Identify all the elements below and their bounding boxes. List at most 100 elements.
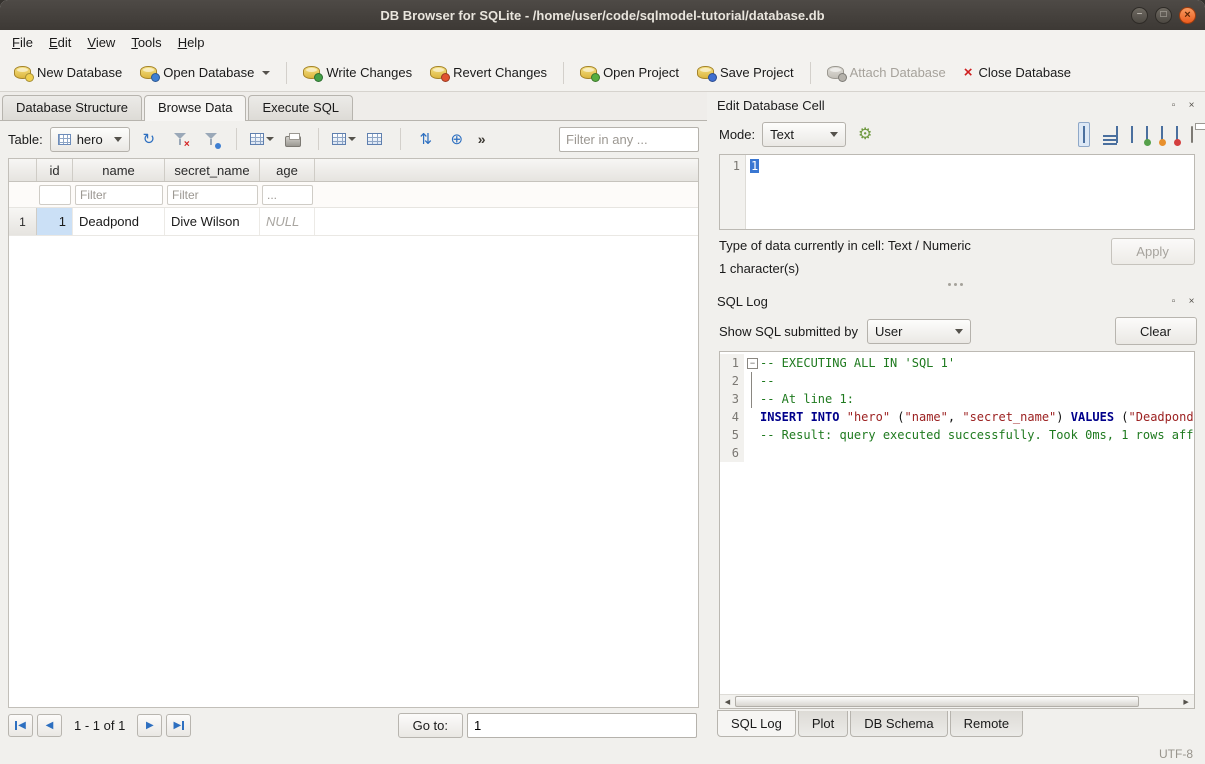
cell-name[interactable]: Deadpond: [73, 208, 165, 235]
data-grid: id name secret_name age 1 1 Deadpond Di: [8, 158, 699, 708]
cell-editor[interactable]: 1 1: [719, 154, 1195, 230]
fold-marker-icon[interactable]: [744, 372, 760, 390]
row-header[interactable]: 1: [9, 208, 37, 235]
horizontal-scrollbar[interactable]: ◀ ▶: [720, 694, 1194, 708]
tab-sql-log[interactable]: SQL Log: [717, 710, 796, 737]
filter-input-name[interactable]: [75, 185, 163, 205]
open-database-button[interactable]: Open Database: [132, 60, 278, 85]
print-records-button[interactable]: [281, 127, 305, 151]
open-database-dropdown-icon[interactable]: [262, 71, 270, 75]
refresh-button[interactable]: ↻: [137, 127, 161, 151]
menu-help[interactable]: Help: [170, 32, 213, 53]
fetch-all-data-button[interactable]: ⊕: [445, 127, 469, 151]
menu-file[interactable]: File: [4, 32, 41, 53]
import-table-button[interactable]: [363, 127, 387, 151]
text-mode-button[interactable]: [1078, 122, 1090, 147]
tab-remote[interactable]: Remote: [950, 711, 1024, 737]
set-null-button[interactable]: [1176, 127, 1178, 142]
cell-char-count: 1 character(s): [719, 261, 1103, 276]
filter-input-secret-name[interactable]: [167, 185, 258, 205]
close-button[interactable]: ×: [1179, 7, 1196, 24]
revert-changes-icon: [430, 66, 447, 79]
cell-age[interactable]: NULL: [260, 208, 315, 235]
maximize-button[interactable]: □: [1155, 7, 1172, 24]
sql-log-line: 5-- Result: query executed successfully.…: [720, 426, 1194, 444]
title-bar[interactable]: DB Browser for SQLite - /home/user/code/…: [0, 0, 1205, 30]
filter-input-age[interactable]: [262, 185, 313, 205]
save-filter-button[interactable]: [199, 127, 223, 151]
first-record-button[interactable]: ◀: [8, 714, 33, 737]
cell-info-row: Type of data currently in cell: Text / N…: [711, 234, 1201, 278]
table-selector[interactable]: hero: [50, 127, 130, 152]
menu-edit[interactable]: Edit: [41, 32, 79, 53]
export-data-button[interactable]: [1161, 127, 1163, 142]
cell-id[interactable]: 1: [37, 208, 73, 235]
sql-log-controls: Show SQL submitted by User Clear: [711, 312, 1201, 350]
clear-filters-button[interactable]: ×: [168, 127, 192, 151]
editor-content[interactable]: 1: [750, 159, 759, 173]
scroll-left-icon[interactable]: ◀: [720, 695, 735, 708]
scroll-right-icon[interactable]: ▶: [1179, 695, 1194, 708]
filter-input-id[interactable]: [39, 185, 71, 205]
auto-switch-mode-button[interactable]: ⚙: [853, 122, 877, 146]
new-database-button[interactable]: New Database: [6, 60, 130, 85]
close-database-button[interactable]: × Close Database: [956, 60, 1079, 85]
new-record-button[interactable]: [250, 127, 274, 151]
sort-icon: ⇅: [419, 130, 432, 148]
menu-view[interactable]: View: [79, 32, 123, 53]
dock-close-icon[interactable]: ×: [1185, 98, 1199, 112]
previous-record-button[interactable]: ◀: [37, 714, 62, 737]
menu-tools[interactable]: Tools: [123, 32, 169, 53]
cell-secret-name[interactable]: Dive Wilson: [165, 208, 260, 235]
tab-browse-data[interactable]: Browse Data: [144, 95, 246, 121]
next-record-button[interactable]: ▶: [137, 714, 162, 737]
goto-button[interactable]: Go to:: [398, 713, 463, 738]
column-header-name[interactable]: name: [73, 159, 165, 181]
toolbar-separator: [810, 62, 811, 84]
column-header-secret-name[interactable]: secret_name: [165, 159, 260, 181]
goto-input[interactable]: [467, 713, 697, 738]
dock-resize-grip[interactable]: [711, 278, 1201, 290]
filter-any-column-input[interactable]: [559, 127, 699, 152]
import-data-button[interactable]: [1146, 127, 1148, 142]
copy-cell-button[interactable]: [1131, 127, 1133, 142]
sql-source-selector[interactable]: User: [867, 319, 971, 344]
edit-cell-dock-title: Edit Database Cell ▫ ×: [711, 94, 1201, 116]
grid-corner-header[interactable]: [9, 159, 37, 181]
attach-database-icon: [827, 66, 844, 79]
fold-marker-icon[interactable]: [744, 390, 760, 408]
tab-execute-sql[interactable]: Execute SQL: [248, 95, 353, 120]
write-changes-button[interactable]: Write Changes: [295, 60, 420, 85]
clear-log-button[interactable]: Clear: [1115, 317, 1197, 345]
tab-db-schema[interactable]: DB Schema: [850, 711, 947, 737]
print-cell-icon: [1191, 126, 1193, 143]
column-header-id[interactable]: id: [37, 159, 73, 181]
tab-database-structure[interactable]: Database Structure: [2, 95, 142, 120]
open-project-button[interactable]: Open Project: [572, 60, 687, 85]
revert-changes-button[interactable]: Revert Changes: [422, 60, 555, 85]
sort-records-button[interactable]: ⇅: [414, 127, 438, 151]
column-header-age[interactable]: age: [260, 159, 315, 181]
dock-float-icon[interactable]: ▫: [1167, 98, 1181, 112]
toolbar-separator: [563, 62, 564, 84]
fold-marker-icon[interactable]: [744, 354, 760, 372]
toolbar-separator: [318, 128, 319, 150]
export-table-button[interactable]: [332, 127, 356, 151]
dock-close-icon[interactable]: ×: [1185, 294, 1199, 308]
minimize-button[interactable]: −: [1131, 7, 1148, 24]
last-record-button[interactable]: ▶: [166, 714, 191, 737]
toolbar-overflow-button[interactable]: »: [476, 131, 488, 147]
sql-log-line: 1-- EXECUTING ALL IN 'SQL 1': [720, 354, 1194, 372]
scrollbar-thumb[interactable]: [735, 696, 1139, 707]
tab-plot[interactable]: Plot: [798, 711, 848, 737]
encoding-label: UTF-8: [1159, 747, 1193, 761]
save-project-button[interactable]: Save Project: [689, 60, 802, 85]
toolbar-separator: [236, 128, 237, 150]
mode-selector[interactable]: Text: [762, 122, 846, 147]
window-title: DB Browser for SQLite - /home/user/code/…: [0, 8, 1205, 23]
edit-cell-icon-strip: [1078, 122, 1197, 147]
dock-float-icon[interactable]: ▫: [1167, 294, 1181, 308]
scrollbar-track[interactable]: [735, 695, 1179, 708]
open-in-external-button[interactable]: [1116, 127, 1118, 142]
print-cell-button[interactable]: [1191, 127, 1193, 142]
